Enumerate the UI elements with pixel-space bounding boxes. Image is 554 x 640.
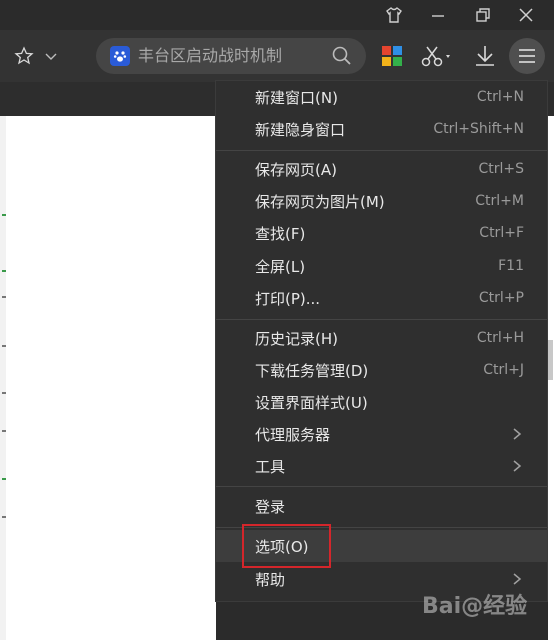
menu-item-interface-style[interactable]: 设置界面样式(U) bbox=[216, 386, 547, 418]
menu-item-shortcut: Ctrl+M bbox=[475, 193, 524, 209]
menu-item-shortcut: Ctrl+J bbox=[483, 362, 524, 378]
menu-item-new-incognito-window[interactable]: 新建隐身窗口 Ctrl+Shift+N bbox=[216, 113, 547, 145]
menu-item-new-window[interactable]: 新建窗口(N) Ctrl+N bbox=[216, 81, 547, 113]
menu-item-label: 保存网页为图片(M) bbox=[255, 192, 385, 211]
menu-item-label: 保存网页(A) bbox=[255, 160, 337, 179]
favorite-star-icon[interactable] bbox=[6, 38, 42, 74]
menu-item-find[interactable]: 查找(F) Ctrl+F bbox=[216, 217, 547, 249]
apps-grid-icon[interactable] bbox=[378, 38, 406, 74]
chevron-right-icon bbox=[513, 428, 522, 440]
address-text: 丰台区启动战时机制 bbox=[138, 46, 283, 65]
watermark: Bai@经验 bbox=[422, 594, 528, 619]
menu-item-label: 下载任务管理(D) bbox=[255, 361, 369, 380]
menu-item-shortcut: Ctrl+P bbox=[478, 290, 524, 306]
menu-item-history[interactable]: 历史记录(H) Ctrl+H bbox=[216, 322, 547, 354]
highlight-annotation-box bbox=[242, 524, 331, 568]
search-icon[interactable] bbox=[330, 44, 354, 68]
menu-item-tools[interactable]: 工具 bbox=[216, 450, 547, 482]
download-icon[interactable] bbox=[470, 38, 500, 74]
address-bar[interactable]: 丰台区启动战时机制 bbox=[96, 38, 366, 74]
menu-item-shortcut: Ctrl+H bbox=[476, 330, 524, 346]
skin-shirt-icon[interactable] bbox=[374, 0, 414, 30]
menu-item-label: 打印(P)... bbox=[255, 289, 321, 308]
menu-item-label: 历史记录(H) bbox=[255, 329, 338, 348]
menu-separator bbox=[216, 486, 547, 487]
menu-item-shortcut: Ctrl+F bbox=[479, 225, 524, 241]
menu-item-shortcut: Ctrl+Shift+N bbox=[433, 121, 524, 137]
menu-item-label: 设置界面样式(U) bbox=[255, 393, 368, 412]
menu-item-login[interactable]: 登录 bbox=[216, 490, 547, 522]
menu-item-download-manager[interactable]: 下载任务管理(D) Ctrl+J bbox=[216, 354, 547, 386]
menu-item-shortcut: F11 bbox=[498, 258, 524, 274]
chevron-right-icon bbox=[513, 573, 522, 585]
main-menu-icon[interactable] bbox=[509, 38, 545, 74]
menu-item-label: 工具 bbox=[255, 457, 286, 476]
menu-item-proxy-server[interactable]: 代理服务器 bbox=[216, 418, 547, 450]
baidu-paw-icon bbox=[110, 46, 130, 66]
menu-item-save-page-as-image[interactable]: 保存网页为图片(M) Ctrl+M bbox=[216, 185, 547, 217]
menu-separator bbox=[216, 150, 547, 151]
menu-item-label: 新建隐身窗口 bbox=[255, 120, 346, 139]
menu-item-label: 新建窗口(N) bbox=[255, 88, 338, 107]
menu-item-fullscreen[interactable]: 全屏(L) F11 bbox=[216, 250, 547, 282]
web-page-content bbox=[6, 116, 216, 640]
chevron-right-icon bbox=[513, 460, 522, 472]
minimize-icon[interactable] bbox=[418, 0, 458, 30]
menu-item-label: 查找(F) bbox=[255, 224, 306, 243]
close-icon[interactable] bbox=[506, 0, 546, 30]
restore-icon[interactable] bbox=[463, 0, 503, 30]
menu-item-label: 全屏(L) bbox=[255, 257, 306, 276]
page-scrollbar[interactable] bbox=[548, 340, 553, 380]
menu-item-label: 代理服务器 bbox=[255, 425, 331, 444]
menu-item-label: 登录 bbox=[255, 497, 286, 516]
main-dropdown-menu: 新建窗口(N) Ctrl+N 新建隐身窗口 Ctrl+Shift+N 保存网页(… bbox=[215, 80, 548, 602]
menu-item-print[interactable]: 打印(P)... Ctrl+P bbox=[216, 282, 547, 314]
menu-item-label: 帮助 bbox=[255, 570, 286, 589]
menu-separator bbox=[216, 319, 547, 320]
scissors-icon[interactable] bbox=[418, 38, 458, 74]
menu-item-shortcut: Ctrl+N bbox=[476, 89, 524, 105]
chevron-down-icon[interactable] bbox=[40, 38, 62, 74]
menu-item-shortcut: Ctrl+S bbox=[478, 161, 524, 177]
menu-item-save-page[interactable]: 保存网页(A) Ctrl+S bbox=[216, 153, 547, 185]
